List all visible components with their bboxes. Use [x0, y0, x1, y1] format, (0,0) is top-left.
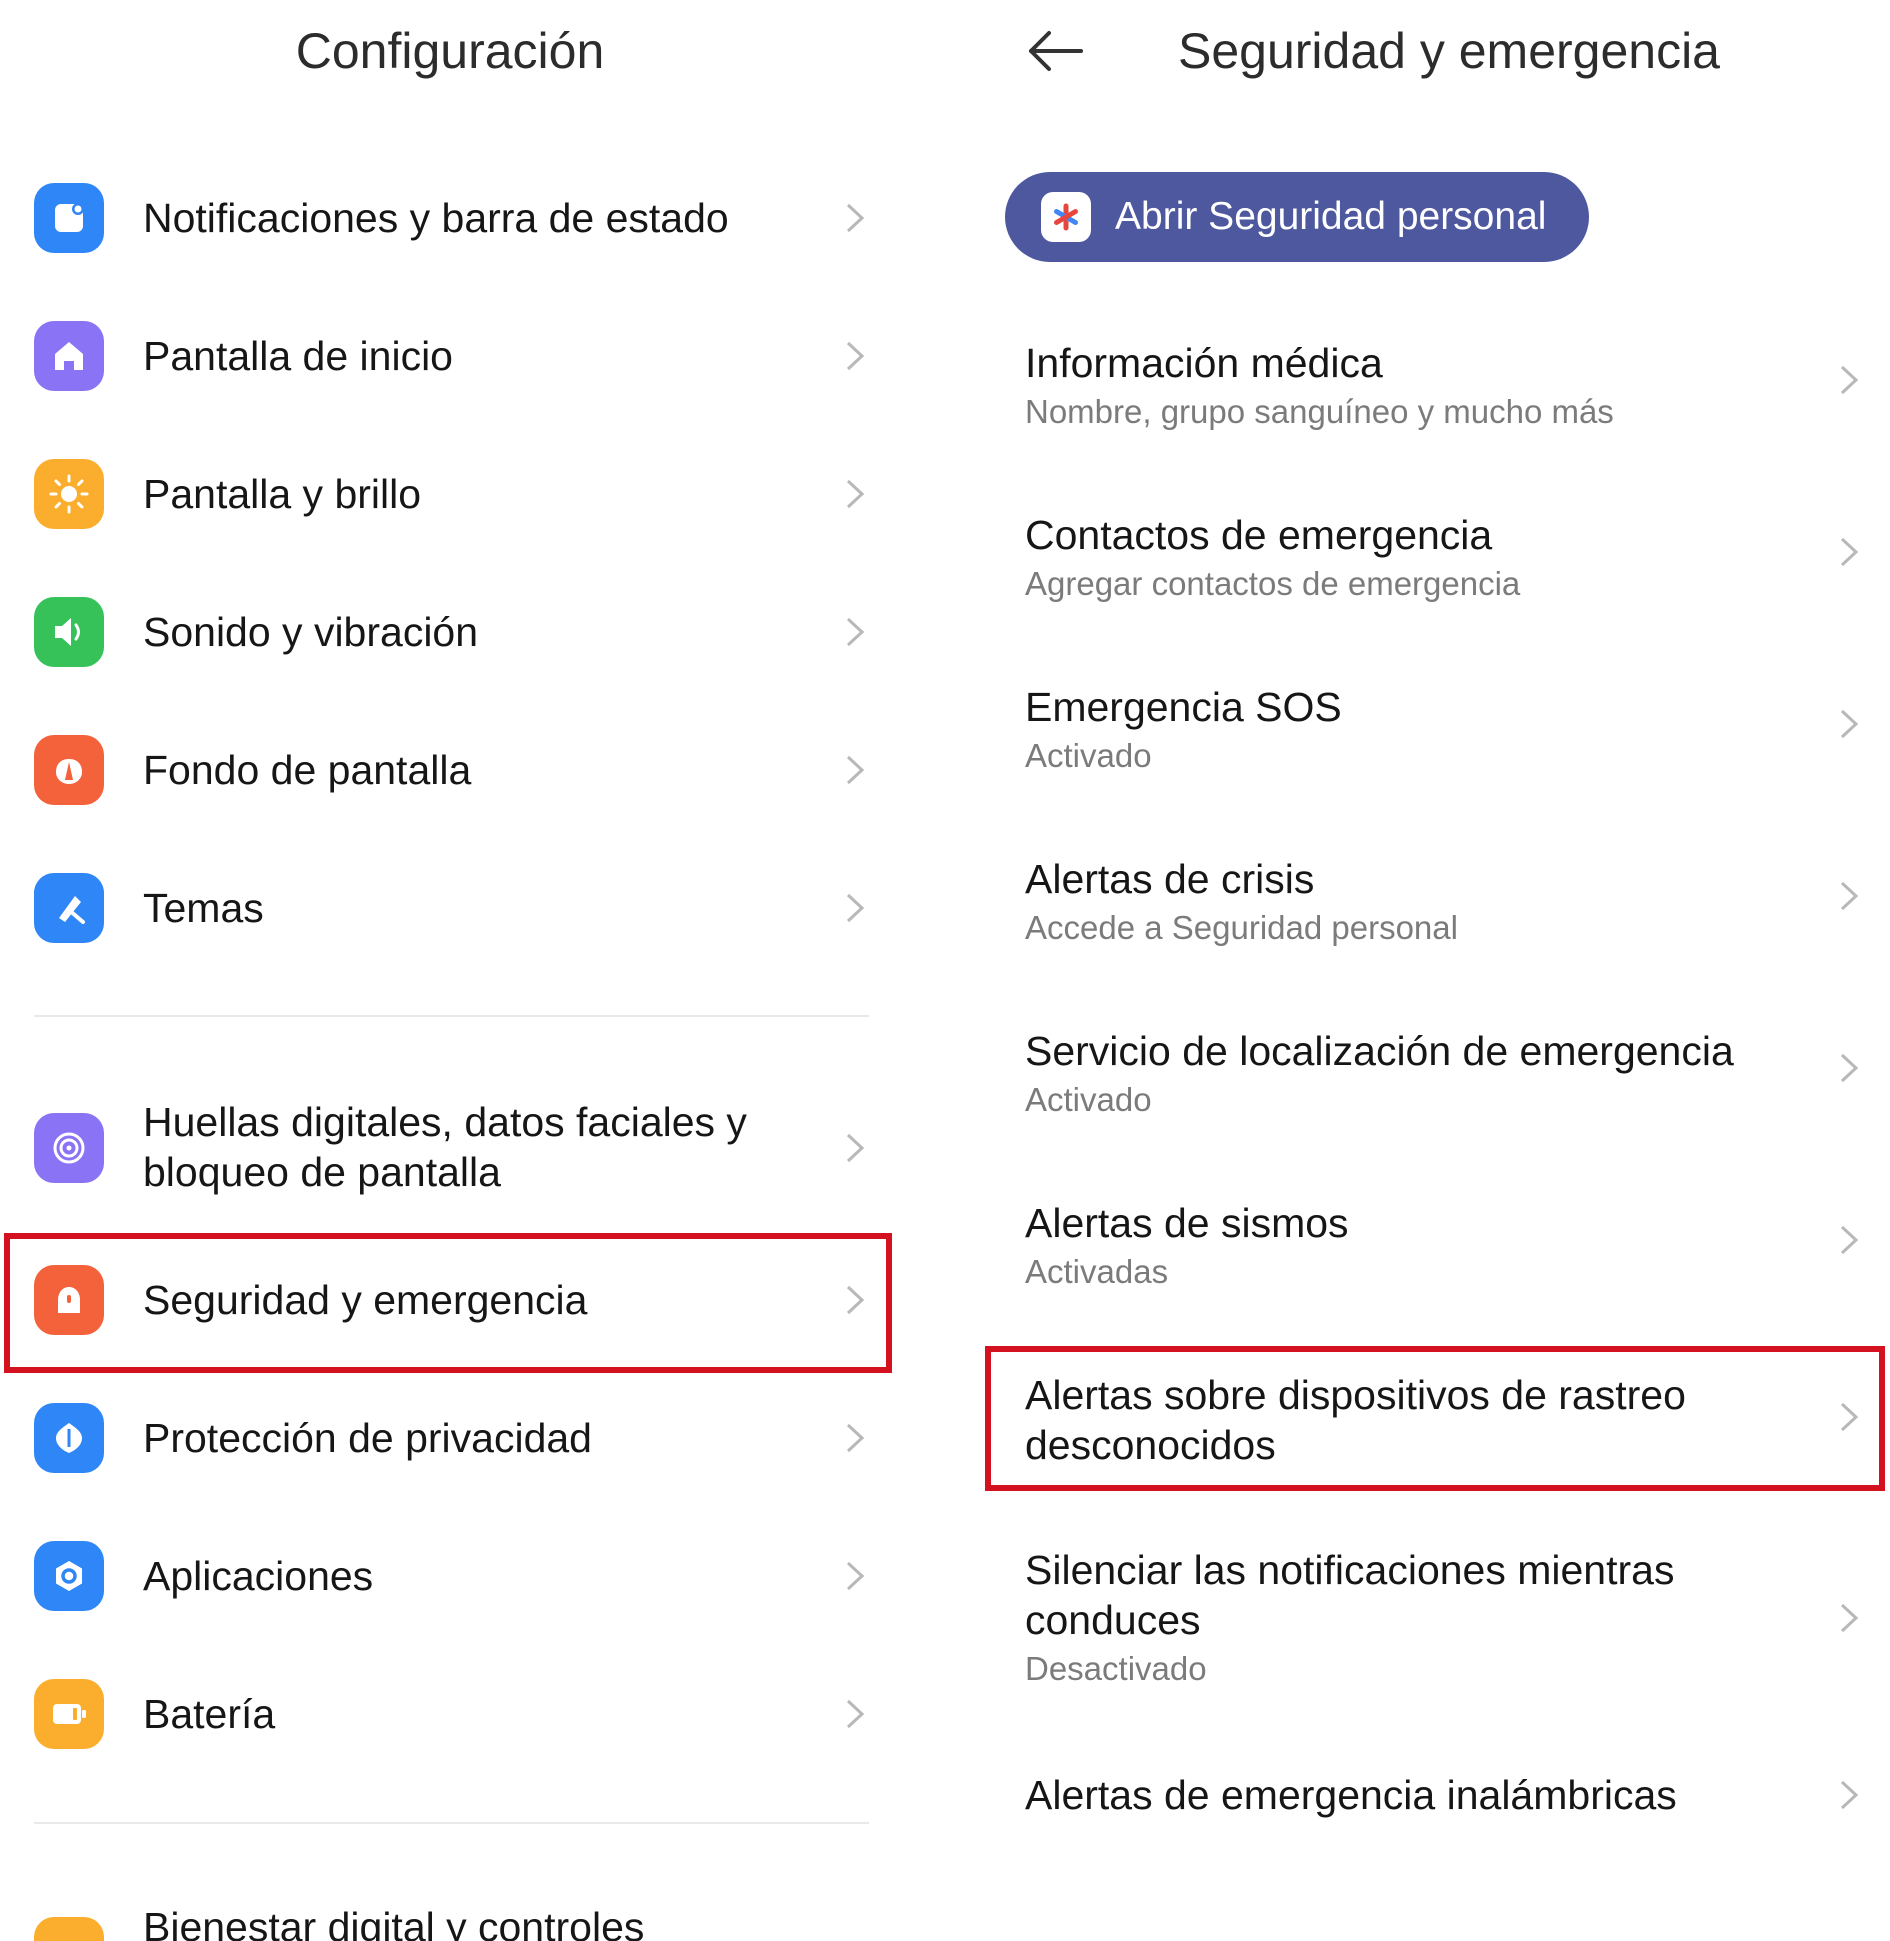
- chevron-right-icon: [1836, 1601, 1862, 1635]
- chevron-right-icon: [842, 201, 868, 235]
- security-item-contactos[interactable]: Contactos de emergencia Agregar contacto…: [985, 502, 1885, 622]
- open-personal-safety-button[interactable]: Abrir Seguridad personal: [1005, 172, 1589, 262]
- settings-item-label: Temas: [143, 885, 264, 931]
- security-item-sismos[interactable]: Alertas de sismos Activadas: [985, 1190, 1885, 1310]
- settings-item-label: Pantalla y brillo: [143, 471, 422, 517]
- chevron-right-icon: [1836, 879, 1862, 913]
- settings-item-label: Sonido y vibración: [143, 609, 479, 655]
- section-divider: [34, 1822, 869, 1824]
- chevron-right-icon: [1836, 1223, 1862, 1257]
- chevron-right-icon: [1836, 1778, 1862, 1812]
- personal-safety-icon: [1041, 192, 1091, 242]
- security-item-title: Alertas de crisis: [1025, 856, 1315, 902]
- page-title: Seguridad y emergencia: [1178, 23, 1720, 79]
- chevron-right-icon: [1836, 363, 1862, 397]
- security-item-subtitle: Nombre, grupo sanguíneo y mucho más: [1025, 393, 1614, 430]
- security-item-subtitle: Activado: [1025, 1081, 1152, 1118]
- security-item-title: Silenciar las notificaciones mientras: [1025, 1547, 1675, 1593]
- security-item-title: Servicio de localización de emergencia: [1025, 1028, 1734, 1074]
- fingerprint-icon: [34, 1113, 104, 1183]
- security-item-silenciar[interactable]: Silenciar las notificaciones mientras co…: [985, 1537, 1885, 1697]
- highlight-box: [985, 1346, 1885, 1491]
- settings-item-label: Pantalla de inicio: [143, 333, 453, 379]
- settings-item-aplicaciones[interactable]: Aplicaciones: [0, 1526, 880, 1626]
- settings-item-label: Protección de privacidad: [143, 1415, 592, 1461]
- security-item-informacion-medica[interactable]: Información médica Nombre, grupo sanguín…: [985, 330, 1885, 450]
- security-panel: Seguridad y emergencia Abrir Seguridad p…: [985, 0, 1890, 1941]
- settings-item-label: Fondo de pantalla: [143, 747, 472, 793]
- chevron-right-icon: [842, 339, 868, 373]
- settings-item-fondo[interactable]: Fondo de pantalla: [0, 720, 880, 820]
- chevron-right-icon: [842, 753, 868, 787]
- security-item-subtitle: Accede a Seguridad personal: [1025, 909, 1458, 946]
- settings-item-bateria[interactable]: Batería: [0, 1664, 880, 1764]
- wallpaper-icon: [34, 735, 104, 805]
- battery-icon: [34, 1679, 104, 1749]
- settings-item-huellas[interactable]: Huellas digitales, datos faciales y bloq…: [0, 1093, 880, 1203]
- settings-item-label: Batería: [143, 1691, 276, 1737]
- settings-item-label: Bienestar digital y controles: [143, 1904, 645, 1941]
- settings-item-sonido[interactable]: Sonido y vibración: [0, 582, 880, 682]
- settings-item-notificaciones[interactable]: Notificaciones y barra de estado: [0, 168, 880, 268]
- settings-item-label: Notificaciones y barra de estado: [143, 195, 729, 241]
- security-item-localizacion[interactable]: Servicio de localización de emergencia A…: [985, 1018, 1885, 1138]
- security-item-sos[interactable]: Emergencia SOS Activado: [985, 674, 1885, 794]
- security-item-title-line2: conduces: [1025, 1597, 1201, 1643]
- section-divider: [34, 1015, 869, 1017]
- chevron-right-icon: [842, 891, 868, 925]
- chevron-right-icon: [1836, 535, 1862, 569]
- chevron-right-icon: [1836, 1051, 1862, 1085]
- security-item-subtitle: Agregar contactos de emergencia: [1025, 565, 1521, 602]
- settings-panel: Configuración Notificaciones y barra de …: [0, 0, 900, 1941]
- settings-item-bienestar[interactable]: Bienestar digital y controles: [0, 1872, 880, 1941]
- settings-item-pantalla-brillo[interactable]: Pantalla y brillo: [0, 444, 880, 544]
- page-title: Configuración: [295, 23, 605, 79]
- security-item-subtitle: Activadas: [1025, 1253, 1169, 1290]
- home-icon: [34, 321, 104, 391]
- security-item-title: Alertas de sismos: [1025, 1200, 1349, 1246]
- chevron-right-icon: [842, 477, 868, 511]
- security-item-subtitle: Activado: [1025, 737, 1152, 774]
- security-item-title: Emergencia SOS: [1025, 684, 1342, 730]
- settings-item-label: Aplicaciones: [143, 1553, 374, 1599]
- chevron-right-icon: [842, 1421, 868, 1455]
- open-personal-safety-label: Abrir Seguridad personal: [1115, 195, 1547, 238]
- brightness-icon: [34, 459, 104, 529]
- security-item-title: Contactos de emergencia: [1025, 512, 1493, 558]
- security-item-subtitle: Desactivado: [1025, 1650, 1207, 1687]
- security-item-inalambricas[interactable]: Alertas de emergencia inalámbricas: [985, 1762, 1885, 1832]
- settings-item-pantalla-inicio[interactable]: Pantalla de inicio: [0, 306, 880, 406]
- sound-icon: [34, 597, 104, 667]
- security-item-title: Información médica: [1025, 340, 1383, 386]
- settings-item-privacidad[interactable]: Protección de privacidad: [0, 1388, 880, 1488]
- wellbeing-icon: [34, 1917, 104, 1941]
- highlight-box: [4, 1233, 892, 1373]
- settings-item-label-line2: bloqueo de pantalla: [143, 1149, 501, 1195]
- chevron-right-icon: [842, 1559, 868, 1593]
- chevron-right-icon: [842, 615, 868, 649]
- chevron-right-icon: [842, 1697, 868, 1731]
- security-item-title: Alertas de emergencia inalámbricas: [1025, 1772, 1677, 1818]
- chevron-right-icon: [842, 1131, 868, 1165]
- settings-item-temas[interactable]: Temas: [0, 858, 880, 958]
- back-arrow-icon[interactable]: [1025, 28, 1085, 74]
- notification-icon: [34, 183, 104, 253]
- chevron-right-icon: [1836, 707, 1862, 741]
- apps-icon: [34, 1541, 104, 1611]
- themes-icon: [34, 873, 104, 943]
- settings-item-label: Huellas digitales, datos faciales y: [143, 1099, 747, 1145]
- security-item-crisis[interactable]: Alertas de crisis Accede a Seguridad per…: [985, 846, 1885, 966]
- privacy-icon: [34, 1403, 104, 1473]
